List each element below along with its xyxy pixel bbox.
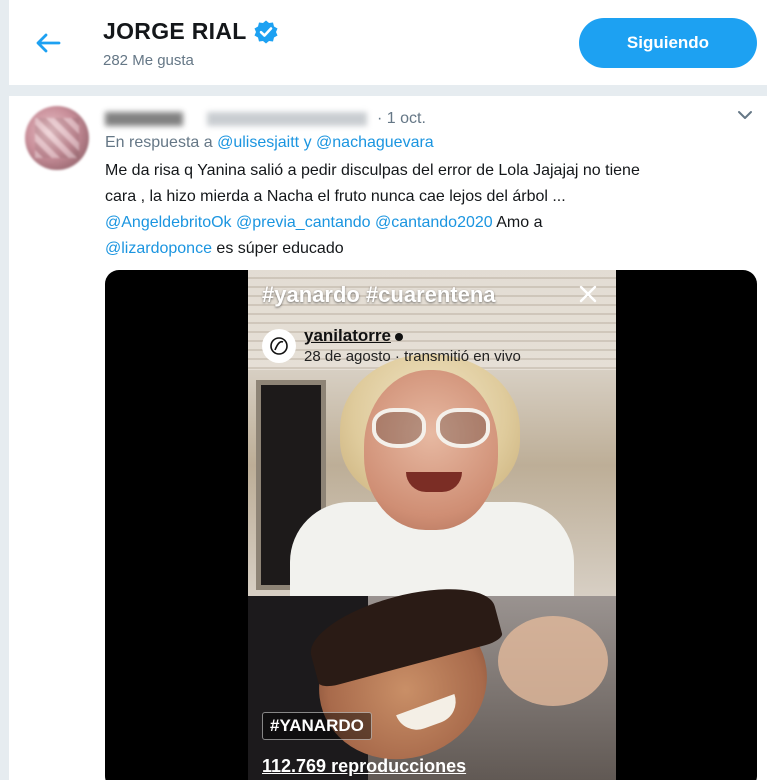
video-bottom-pane bbox=[248, 572, 616, 780]
divider bbox=[9, 86, 767, 96]
mention-lizardoponce[interactable]: @lizardoponce bbox=[105, 240, 212, 257]
live-dot bbox=[394, 332, 403, 341]
mention-angeldebritook[interactable]: @AngeldebritoOk bbox=[105, 214, 232, 231]
close-icon[interactable] bbox=[578, 284, 598, 304]
video-media[interactable]: #yanardo #cuarentena yanilatorre 28 de a… bbox=[105, 270, 757, 780]
tweet-text-amo: Amo a bbox=[496, 214, 543, 231]
blurred-handle bbox=[207, 112, 367, 126]
mention-previa-cantando[interactable]: @previa_cantando bbox=[236, 214, 371, 231]
tweet-text-line: Me da risa q Yanina salió a pedir discul… bbox=[105, 162, 640, 179]
tweet-text-line: @AngeldebritoOk @previa_cantando @cantan… bbox=[105, 210, 755, 236]
blurred-display-name bbox=[105, 112, 183, 126]
verified-badge-icon bbox=[254, 20, 278, 43]
reply-mention-nachaguevara[interactable]: @nachaguevara bbox=[316, 134, 434, 151]
profile-header: JORGE RIAL 282 Me gusta Siguiendo bbox=[9, 0, 767, 86]
tweet-date[interactable]: · 1 oct. bbox=[377, 110, 426, 128]
tweet-text-line: @lizardoponce es súper educado bbox=[105, 236, 755, 262]
glasses-right bbox=[436, 408, 490, 448]
likes-count: 282 Me gusta bbox=[103, 52, 194, 69]
person-face bbox=[364, 370, 498, 530]
glasses-left bbox=[372, 408, 426, 448]
chevron-down-icon[interactable] bbox=[736, 108, 754, 122]
tweet[interactable]: · 1 oct. En respuesta a @ulisesjaitt y @… bbox=[9, 96, 767, 780]
video-frame[interactable]: #yanardo #cuarentena yanilatorre 28 de a… bbox=[248, 270, 616, 780]
view-count: 112.769 reproducciones bbox=[262, 756, 467, 776]
profile-title-row: JORGE RIAL bbox=[103, 18, 279, 45]
arrow-left-icon[interactable] bbox=[33, 28, 63, 58]
reply-and: y bbox=[303, 134, 312, 151]
story-username: yanilatorre bbox=[304, 326, 391, 345]
twitter-window: JORGE RIAL 282 Me gusta Siguiendo · 1 oc… bbox=[8, 0, 767, 780]
story-subline: 28 de agosto · transmitió en vivo bbox=[304, 348, 521, 365]
tweet-text: Me da risa q Yanina salió a pedir discul… bbox=[105, 158, 755, 262]
story-user-text: yanilatorre 28 de agosto · transmitió en… bbox=[304, 326, 521, 365]
instagram-logo-icon bbox=[262, 328, 296, 363]
video-top-pane bbox=[248, 270, 616, 602]
mention-cantando2020[interactable]: @cantando2020 bbox=[375, 214, 493, 231]
instagram-glyph-icon bbox=[270, 336, 288, 355]
following-button[interactable]: Siguiendo bbox=[579, 18, 757, 68]
reply-prefix: En respuesta a bbox=[105, 134, 213, 151]
profile-name: JORGE RIAL bbox=[103, 18, 247, 44]
reply-to-line: En respuesta a @ulisesjaitt y @nachaguev… bbox=[105, 134, 434, 152]
tweet-text-line: cara , la hizo mierda a Nacha el fruto n… bbox=[105, 188, 566, 205]
yanardo-tag: #YANARDO bbox=[262, 712, 372, 740]
story-user-row: yanilatorre 28 de agosto · transmitió en… bbox=[262, 326, 521, 365]
tweet-meta: · 1 oct. bbox=[105, 108, 426, 130]
tweet-text-end: es súper educado bbox=[216, 240, 344, 257]
hand bbox=[498, 616, 608, 706]
reply-mention-ulisesjaitt[interactable]: @ulisesjaitt bbox=[217, 134, 299, 151]
story-hashtags: #yanardo #cuarentena bbox=[262, 282, 496, 307]
avatar[interactable] bbox=[25, 106, 89, 170]
